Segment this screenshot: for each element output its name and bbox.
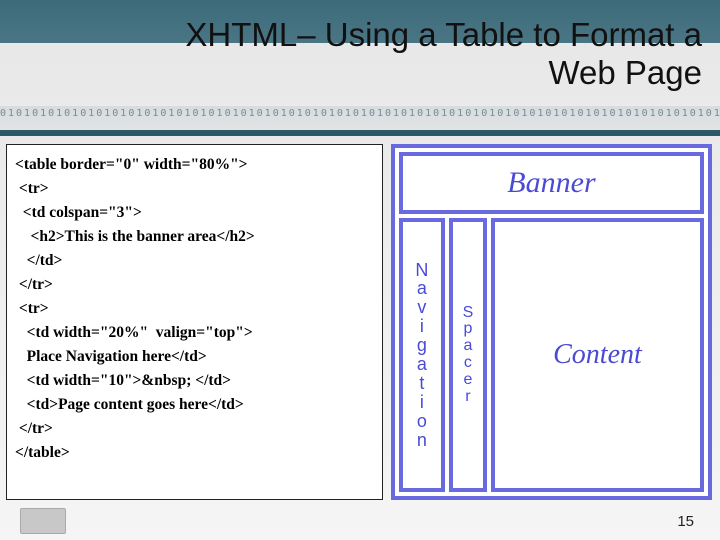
code-sample-box: <table border="0" width="80%"> <tr> <td … — [6, 144, 383, 500]
code-line: <td width="20%" valign="top"> — [15, 324, 253, 341]
diagram-spacer-label: Spacer — [463, 305, 474, 406]
code-line: <td width="10">&nbsp; </td> — [15, 372, 231, 389]
layout-diagram: Banner Navigation Spacer Content — [391, 144, 712, 500]
code-line: </tr> — [15, 276, 53, 293]
footer-tab-decoration — [20, 508, 66, 534]
accent-bar — [0, 130, 720, 136]
code-line: </table> — [15, 444, 70, 461]
code-line: <td>Page content goes here</td> — [15, 396, 244, 413]
diagram-navigation-label: Navigation — [415, 261, 428, 450]
diagram-banner-cell: Banner — [399, 152, 704, 214]
diagram-body-row: Navigation Spacer Content — [399, 218, 704, 492]
diagram-navigation-cell: Navigation — [399, 218, 445, 492]
code-line: <table border="0" width="80%"> — [15, 156, 248, 173]
diagram-content-cell: Content — [491, 218, 704, 492]
code-line: </td> — [15, 252, 62, 269]
page-number: 15 — [677, 513, 694, 530]
code-line: <h2>This is the banner area</h2> — [15, 228, 255, 245]
slide-title: XHTML– Using a Table to Format a Web Pag… — [180, 16, 702, 92]
code-line: Place Navigation here</td> — [15, 348, 207, 365]
code-line: <td colspan="3"> — [15, 204, 142, 221]
code-line: <tr> — [15, 180, 49, 197]
diagram-spacer-cell: Spacer — [449, 218, 487, 492]
code-line: </tr> — [15, 420, 53, 437]
content-row: <table border="0" width="80%"> <tr> <td … — [6, 144, 712, 500]
code-line: <tr> — [15, 300, 49, 317]
